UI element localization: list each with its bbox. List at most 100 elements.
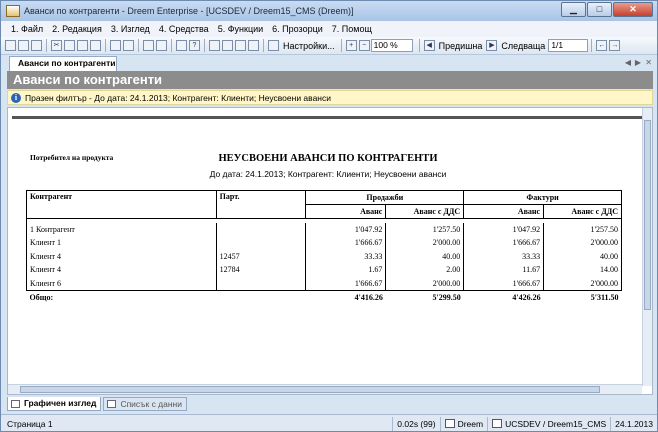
total-sales-advance: 4'416.26	[305, 289, 386, 304]
delete-icon[interactable]	[90, 40, 101, 51]
minimize-button[interactable]: ▁	[561, 2, 586, 17]
menu-edit[interactable]: 2. Редакция	[52, 24, 102, 34]
col-sales: Продажби	[305, 190, 465, 205]
table-icon[interactable]	[143, 40, 154, 51]
cell-invoices-advance: 11.67	[463, 263, 545, 277]
report-page: Потребител на продукта НЕУСВОЕНИ АВАНСИ …	[12, 116, 644, 380]
status-db-cell: UCSDEV / Dreem15_CMS	[487, 416, 610, 431]
horizontal-scroll-thumb[interactable]	[20, 386, 600, 393]
help-icon[interactable]: ?	[189, 40, 200, 51]
vertical-scroll-thumb[interactable]	[644, 120, 651, 310]
forward-icon[interactable]: →	[609, 40, 621, 51]
menu-tools[interactable]: 4. Средства	[159, 24, 209, 34]
table-row[interactable]: Клиент 6 1'666.67 2'000.00 1'666.67 2'00…	[26, 276, 622, 290]
cell-invoices-advance: 1'047.92	[463, 222, 545, 236]
filter-bar: i Празен филтър - До дата: 24.1.2013; Ко…	[7, 90, 653, 105]
cell-invoices-advance: 33.33	[463, 249, 545, 263]
tab-advances[interactable]: Аванси по контрагенти	[9, 56, 117, 71]
list-icon[interactable]	[248, 40, 259, 51]
columns-icon[interactable]	[209, 40, 220, 51]
cell-contractor: Клиент 4	[26, 249, 217, 263]
cut-icon[interactable]: ✂	[51, 40, 62, 51]
title-bar[interactable]: Аванси по контрагенти - Dreem Enterprise…	[1, 1, 657, 21]
close-button[interactable]: ✕	[613, 2, 653, 17]
rows-icon[interactable]	[222, 40, 233, 51]
filter-icon[interactable]	[156, 40, 167, 51]
print-preview-icon[interactable]	[123, 40, 134, 51]
menu-windows[interactable]: 6. Прозорци	[272, 24, 323, 34]
next-page-button[interactable]: Следваща	[501, 41, 545, 51]
settings-button[interactable]: Настройки...	[283, 41, 335, 51]
cell-lot: 12784	[215, 263, 307, 277]
cell-sales-advance-vat: 2'000.00	[385, 236, 465, 250]
menu-file[interactable]: 1. Файл	[11, 24, 43, 34]
toolbar-separator	[171, 39, 172, 52]
toolbar-separator	[105, 39, 106, 52]
toolbar-separator	[418, 39, 420, 52]
status-page: Страница 1	[7, 418, 53, 429]
cell-invoices-advance-vat: 1'257.50	[543, 222, 622, 236]
tab-data-list[interactable]: Списък с данни	[103, 397, 188, 411]
save-icon[interactable]	[31, 40, 42, 51]
cell-sales-advance: 1'047.92	[305, 222, 387, 236]
toolbar-separator	[263, 39, 264, 52]
total-invoices-advance-vat: 5'311.50	[543, 289, 622, 304]
toolbar-separator	[138, 39, 139, 52]
horizontal-scrollbar[interactable]	[8, 384, 642, 394]
tab-scroll-right-icon[interactable]: ▶	[635, 58, 641, 67]
settings-icon[interactable]	[268, 40, 279, 51]
cell-sales-advance: 1'666.67	[305, 276, 387, 290]
print-icon[interactable]	[110, 40, 121, 51]
copy-icon[interactable]	[64, 40, 75, 51]
cell-sales-advance: 1.67	[305, 263, 387, 277]
toolbar-separator	[340, 39, 342, 52]
previous-page-button[interactable]: Предишна	[439, 41, 483, 51]
report-subtitle: До дата: 24.1.2013; Контрагент: Клиенти;…	[209, 169, 447, 179]
menu-functions[interactable]: 5. Функции	[218, 24, 263, 34]
status-user-cell: Dreem	[439, 416, 488, 431]
cell-sales-advance-vat: 2'000.00	[385, 276, 465, 290]
zoom-select[interactable]: 100 %	[370, 39, 413, 52]
tab-close-icon[interactable]: ✕	[645, 58, 652, 67]
report-table: Контрагент Парт. Продажби Фактури Аванс …	[26, 190, 622, 304]
refresh-icon[interactable]	[176, 40, 187, 51]
table-row[interactable]: Клиент 4 12457 33.33 40.00 33.33 40.00	[26, 249, 622, 263]
cell-contractor: Клиент 6	[26, 276, 217, 290]
paste-icon[interactable]	[77, 40, 88, 51]
database-icon	[492, 419, 503, 428]
data-list-icon	[107, 400, 117, 408]
col-invoices-advance-vat: Аванс с ДДС	[543, 204, 622, 219]
app-icon	[6, 5, 20, 17]
col-invoices-advance: Аванс	[463, 204, 545, 219]
grid-icon[interactable]	[235, 40, 246, 51]
maximize-button[interactable]: □	[587, 2, 612, 17]
report-title: НЕУСВОЕНИ АВАНСИ ПО КОНТРАГЕНТИ	[218, 153, 438, 164]
cell-contractor: 1 Контрагент	[26, 222, 217, 236]
tab-graphic-view[interactable]: Графичен изглед	[7, 397, 102, 411]
page-select[interactable]: 1/1	[548, 39, 589, 52]
new-icon[interactable]	[5, 40, 16, 51]
menu-view[interactable]: 3. Изглед	[111, 24, 150, 34]
report-view: Потребител на продукта НЕУСВОЕНИ АВАНСИ …	[7, 107, 653, 395]
tab-scroll-left-icon[interactable]: ◀	[625, 58, 631, 67]
menu-help[interactable]: 7. Помощ	[332, 24, 372, 34]
cell-invoices-advance-vat: 2'000.00	[543, 236, 622, 250]
total-invoices-advance: 4'426.26	[463, 289, 544, 304]
open-icon[interactable]	[18, 40, 29, 51]
next-page-icon[interactable]: ▶	[486, 40, 498, 51]
col-sales-advance: Аванс	[305, 204, 387, 219]
window-controls: ▁ □ ✕	[560, 2, 653, 17]
table-row[interactable]: Клиент 4 12784 1.67 2.00 11.67 14.00	[26, 263, 622, 277]
total-lot	[216, 289, 306, 304]
table-row[interactable]: Клиент 1 1'666.67 2'000.00 1'666.67 2'00…	[26, 236, 622, 250]
toolbar: ✂ ? Настройки... + − 100 % ◀ Предишна ▶ …	[1, 37, 657, 55]
vertical-scrollbar[interactable]	[642, 108, 652, 386]
cell-invoices-advance-vat: 14.00	[543, 263, 622, 277]
zoom-out-icon[interactable]: −	[358, 40, 370, 51]
document-tabstrip: Аванси по контрагенти ◀ ▶ ✕	[5, 55, 655, 71]
zoom-in-icon[interactable]: +	[345, 40, 357, 51]
table-row[interactable]: 1 Контрагент 1'047.92 1'257.50 1'047.92 …	[26, 222, 622, 236]
back-icon[interactable]: ←	[596, 40, 608, 51]
cell-invoices-advance: 1'666.67	[463, 276, 545, 290]
previous-page-icon[interactable]: ◀	[423, 40, 435, 51]
